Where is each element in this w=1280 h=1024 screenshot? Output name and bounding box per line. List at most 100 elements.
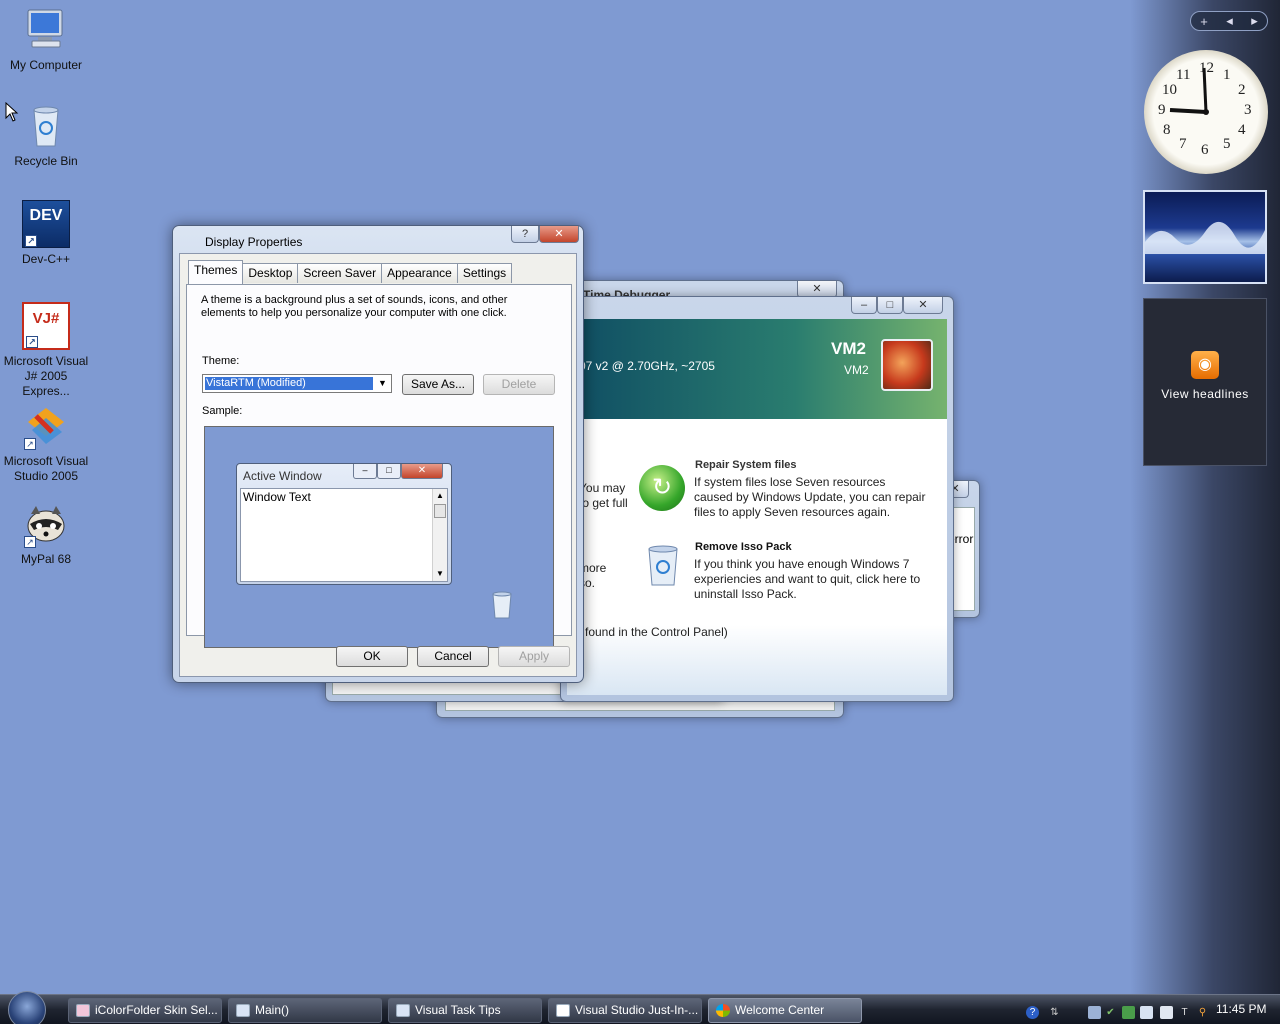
- welcome-close-button[interactable]: ✕: [903, 297, 943, 314]
- left-text-line: You may: [579, 481, 626, 495]
- taskbar-button-visual-task-tips[interactable]: Visual Task Tips: [388, 998, 542, 1023]
- user-picture-icon: [881, 339, 933, 391]
- recycle-bin-icon: [22, 102, 70, 150]
- computer-icon: [22, 6, 70, 54]
- sample-scrollbar: ▲ ▼: [432, 489, 447, 581]
- desktop-icon-devcpp[interactable]: DEV ↗ Dev-C++: [0, 200, 92, 267]
- recycle-bin-icon: [645, 543, 681, 587]
- clock-hands-icon: [1169, 67, 1209, 115]
- sample-window-text: Window Text: [243, 490, 311, 504]
- remove-description: If you think you have enough Windows 7 e…: [694, 557, 921, 601]
- taskbar-button-label: Visual Studio Just-In-...: [575, 1003, 699, 1017]
- welcome-header: 07 v2 @ 2.70GHz, ~2705 VM2 VM2: [567, 319, 947, 419]
- welcome-minimize-button[interactable]: –: [851, 297, 877, 314]
- desktop-icon-mypal[interactable]: ↗ MyPal 68: [0, 500, 92, 567]
- desktop-icon-visual-studio[interactable]: ↗ Microsoft Visual Studio 2005: [0, 402, 92, 484]
- sample-maximize-icon: □: [377, 464, 401, 479]
- taskbar-button-welcome-center[interactable]: Welcome Center: [708, 998, 862, 1023]
- clock-gadget[interactable]: 12 1 2 3 4 5 6 7 8 9 10 11: [1144, 50, 1268, 174]
- delete-button[interactable]: Delete: [483, 374, 555, 395]
- next-gadget-button[interactable]: ▸: [1251, 13, 1258, 29]
- folder-icon: [76, 1004, 90, 1017]
- close-button[interactable]: ✕: [539, 226, 579, 243]
- raccoon-icon: ↗: [22, 500, 70, 548]
- window-icon: [556, 1004, 570, 1017]
- shortcut-arrow-icon: ↗: [25, 235, 37, 247]
- desktop-icon-vjsharp[interactable]: VJ# ↗ Microsoft Visual J# 2005 Expres...: [0, 302, 92, 399]
- recycle-bin-icon: [492, 591, 512, 619]
- view-headlines-label: View headlines: [1161, 387, 1249, 401]
- windows-logo-icon: [716, 1004, 730, 1017]
- theme-description: A theme is a background plus a set of so…: [201, 294, 508, 319]
- tab-settings[interactable]: Settings: [456, 263, 513, 283]
- taskbar-button-jit-debugger[interactable]: Visual Studio Just-In-...: [548, 998, 702, 1023]
- taskbar-button-label: Welcome Center: [735, 1003, 825, 1017]
- welcome-center-window[interactable]: – □ ✕ 07 v2 @ 2.70GHz, ~2705 VM2 VM2 You…: [560, 296, 954, 702]
- apply-button[interactable]: Apply: [498, 646, 570, 667]
- tab-screen-saver[interactable]: Screen Saver: [297, 263, 383, 283]
- show-hidden-icons-icon[interactable]: ⇅: [1048, 1006, 1061, 1019]
- ok-button[interactable]: OK: [336, 646, 408, 667]
- feed-headlines-gadget[interactable]: ◉ View headlines: [1143, 298, 1267, 466]
- save-as-button[interactable]: Save As...: [402, 374, 474, 395]
- wave-photo-icon: [1145, 221, 1265, 254]
- welcome-center-content: 07 v2 @ 2.70GHz, ~2705 VM2 VM2 You may t…: [567, 319, 947, 695]
- monitor-icon[interactable]: [1160, 1006, 1173, 1019]
- visual-studio-icon: ↗: [22, 402, 70, 450]
- taskbar-button-main[interactable]: Main(): [228, 998, 382, 1023]
- sample-minimize-icon: –: [353, 464, 377, 479]
- shortcut-arrow-icon: ↗: [24, 536, 36, 548]
- start-button[interactable]: [8, 991, 46, 1024]
- previous-gadget-button[interactable]: ◂: [1226, 13, 1233, 29]
- help-icon[interactable]: ?: [1026, 1006, 1039, 1019]
- remove-title: Remove Isso Pack: [695, 541, 792, 553]
- cpu-info-text: 07 v2 @ 2.70GHz, ~2705: [579, 359, 715, 373]
- theme-sample-preview: Active Window – □ ✕ Window Text ▲ ▼: [204, 426, 554, 648]
- add-gadget-button[interactable]: +: [1200, 14, 1208, 29]
- tab-themes[interactable]: Themes: [188, 260, 244, 284]
- security-icon[interactable]: [1122, 1006, 1135, 1019]
- welcome-left-fragment: You may to get full: [579, 481, 628, 511]
- tab-appearance[interactable]: Appearance: [381, 263, 458, 283]
- devcpp-icon: DEV ↗: [22, 200, 70, 248]
- devcpp-badge: DEV: [29, 207, 63, 224]
- help-button[interactable]: ?: [511, 226, 539, 243]
- theme-dropdown[interactable]: VistaRTM (Modified) ▼: [202, 374, 392, 393]
- shortcut-arrow-icon: ↗: [24, 438, 36, 450]
- taskbar-button-label: Main(): [255, 1003, 290, 1017]
- dialog-client-area: Themes Desktop Screen Saver Appearance S…: [179, 253, 577, 677]
- network-icon[interactable]: [1088, 1006, 1101, 1019]
- desktop-icon-label: Recycle Bin: [14, 154, 78, 168]
- computer-name-title: VM2: [831, 339, 866, 358]
- vjsharp-icon: VJ# ↗: [22, 302, 70, 350]
- chevron-down-icon: ▼: [378, 378, 387, 388]
- theme-label: Theme:: [202, 355, 240, 367]
- shortcut-arrow-icon: ↗: [26, 336, 38, 348]
- desktop-icon-label: Microsoft Visual J# 2005 Expres...: [3, 354, 89, 398]
- desktop-icon-recycle-bin[interactable]: Recycle Bin: [0, 102, 92, 169]
- rss-icon: ◉: [1191, 351, 1219, 379]
- taskbar-button-label: Visual Task Tips: [415, 1003, 501, 1017]
- welcome-maximize-button[interactable]: □: [877, 297, 903, 314]
- taskbar-clock[interactable]: 11:45 PM: [1216, 1002, 1266, 1016]
- left-text-line: to get full: [579, 496, 628, 510]
- volume-icon[interactable]: ✔: [1104, 1006, 1117, 1019]
- language-icon[interactable]: T: [1178, 1006, 1191, 1019]
- computer-name-subtitle: VM2: [844, 363, 869, 377]
- scroll-up-arrow-icon: ▲: [436, 491, 444, 500]
- theme-selected-value: VistaRTM (Modified): [205, 377, 373, 390]
- display-icon[interactable]: [1140, 1006, 1153, 1019]
- sample-label: Sample:: [202, 405, 243, 417]
- slideshow-gadget[interactable]: [1143, 190, 1267, 284]
- taskbar-button-icolorfolder[interactable]: iColorFolder Skin Sel...: [68, 998, 222, 1023]
- search-icon[interactable]: ⚲: [1196, 1006, 1209, 1019]
- repair-description: If system files lose Seven resources cau…: [694, 475, 926, 519]
- code-window-icon: [236, 1004, 250, 1017]
- tab-desktop[interactable]: Desktop: [242, 263, 299, 283]
- repair-icon: ↻: [639, 465, 685, 511]
- repair-title: Repair System files: [695, 459, 797, 471]
- cancel-button[interactable]: Cancel: [417, 646, 489, 667]
- desktop-icon-my-computer[interactable]: My Computer: [0, 6, 92, 73]
- desktop-icon-label: MyPal 68: [20, 552, 72, 566]
- display-properties-dialog[interactable]: Display Properties ? ✕ Themes Desktop Sc…: [172, 225, 584, 683]
